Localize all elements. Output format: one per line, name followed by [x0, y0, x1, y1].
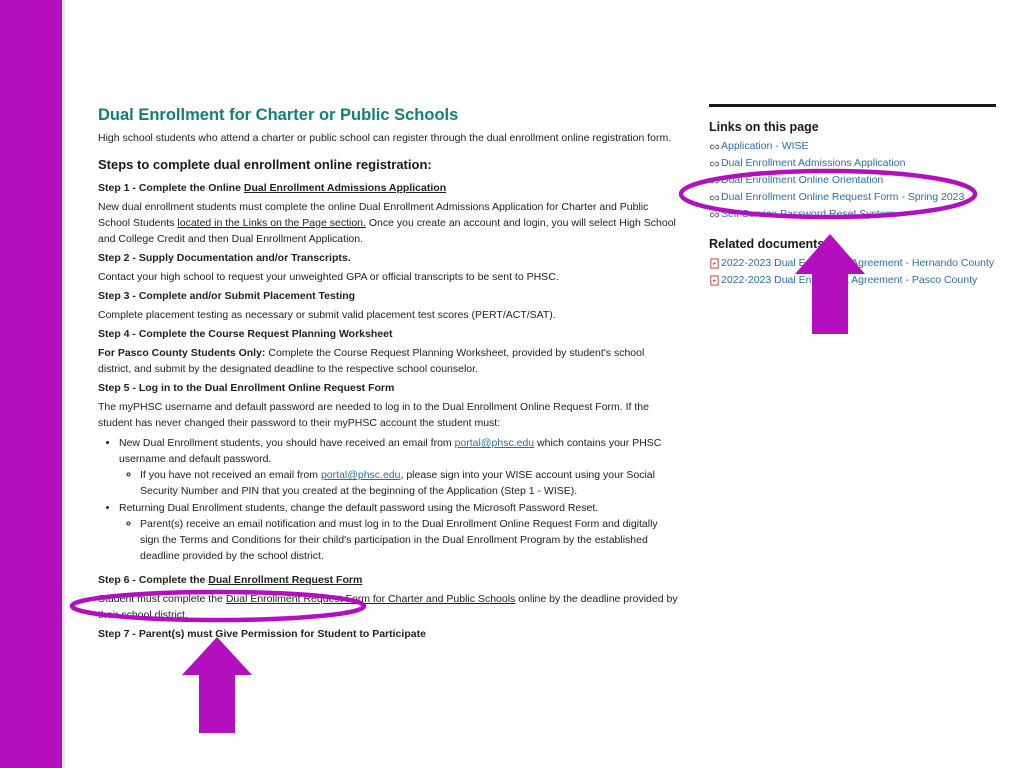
doc-link-label: 2022-2023 Dual Enrollment Agreement - Pa…: [721, 274, 978, 286]
request-form-link[interactable]: Dual Enrollment Request Form: [208, 574, 362, 586]
step-4-title: Step 4 - Complete the Course Request Pla…: [98, 328, 393, 340]
steps-heading: Steps to complete dual enrollment online…: [98, 157, 432, 172]
step-7: Step 7 - Parent(s) must Give Permission …: [98, 626, 678, 642]
links-heading: Links on this page: [709, 120, 819, 134]
request-form-charter-link[interactable]: Dual Enrollment Request Form for Charter…: [226, 593, 515, 605]
portal-email-link[interactable]: portal@phsc.edu: [455, 437, 535, 449]
step-3: Step 3 - Complete and/or Submit Placemen…: [98, 288, 678, 323]
sub-bullet-1-text-a: If you have not received an email from: [140, 469, 321, 481]
step-5-list: New Dual Enrollment students, you should…: [98, 435, 678, 564]
sidebar-link-label: Application - WISE: [721, 140, 809, 152]
step-1-title: Step 1 - Complete the Online Dual Enroll…: [98, 180, 678, 196]
list-item: If you have not received an email from p…: [140, 467, 678, 499]
step-1-text: New dual enrollment students must comple…: [98, 199, 678, 247]
step-6: Step 6 - Complete the Dual Enrollment Re…: [98, 572, 678, 623]
admissions-application-link[interactable]: Dual Enrollment Admissions Application: [244, 182, 446, 194]
sidebar-link-request-form[interactable]: Dual Enrollment Online Request Form - Sp…: [709, 189, 996, 206]
docs-heading: Related documents: [709, 237, 825, 251]
sidebar-link-admissions-application[interactable]: Dual Enrollment Admissions Application: [709, 155, 996, 172]
step-7-title: Step 7 - Parent(s) must Give Permission …: [98, 628, 426, 640]
step-6-text: Student must complete the Dual Enrollmen…: [98, 591, 678, 623]
sidebar-link-label: Dual Enrollment Admissions Application: [721, 157, 906, 169]
step-1-title-text: Step 1 - Complete the Online: [98, 182, 244, 194]
intro-text: High school students who attend a charte…: [98, 132, 672, 144]
list-item: New Dual Enrollment students, you should…: [119, 435, 678, 499]
accent-bar-edge: [62, 0, 65, 768]
step-6-title: Step 6 - Complete the Dual Enrollment Re…: [98, 572, 678, 588]
portal-email-link-2[interactable]: portal@phsc.edu: [321, 469, 401, 481]
accent-bar: [0, 0, 62, 768]
link-icon: [709, 161, 720, 167]
bullet-1-text-a: New Dual Enrollment students, you should…: [119, 437, 455, 449]
step-2-text: Contact your high school to request your…: [98, 271, 559, 283]
doc-link-hernando[interactable]: 2022-2023 Dual Enrollment Agreement - He…: [709, 255, 996, 272]
sidebar-link-label: Dual Enrollment Online Orientation: [721, 174, 884, 186]
step-4-text-bold: For Pasco County Students Only:: [98, 347, 266, 359]
bullet-2-text: Returning Dual Enrollment students, chan…: [119, 502, 599, 514]
sidebar-link-label: Dual Enrollment Online Request Form - Sp…: [721, 191, 965, 203]
page-title: Dual Enrollment for Charter or Public Sc…: [98, 106, 459, 124]
pdf-icon: [710, 275, 719, 286]
step-5-title: Step 5 - Log in to the Dual Enrollment O…: [98, 382, 395, 394]
sub-list: Parent(s) receive an email notification …: [119, 516, 678, 564]
doc-link-label: 2022-2023 Dual Enrollment Agreement - He…: [721, 257, 995, 269]
links-list: Application - WISE Dual Enrollment Admis…: [709, 138, 996, 223]
sidebar-link-label: Self Service Password Reset System: [721, 208, 895, 220]
link-icon: [709, 144, 720, 150]
list-item: Returning Dual Enrollment students, chan…: [119, 500, 678, 564]
sidebar: Links on this page Application - WISE Du…: [709, 104, 996, 289]
step-2: Step 2 - Supply Documentation and/or Tra…: [98, 250, 678, 285]
sub-list: If you have not received an email from p…: [119, 467, 678, 499]
step-5-text: The myPHSC username and default password…: [98, 401, 649, 429]
step-6-title-text: Step 6 - Complete the: [98, 574, 209, 586]
pdf-icon: [710, 258, 719, 269]
step-4-text: For Pasco County Students Only: Complete…: [98, 345, 678, 377]
sidebar-link-wise[interactable]: Application - WISE: [709, 138, 996, 155]
link-icon: [709, 195, 720, 201]
links-on-page-link[interactable]: located in the Links on the Page section…: [177, 217, 366, 229]
link-icon: [709, 178, 720, 184]
list-item: Parent(s) receive an email notification …: [140, 516, 678, 564]
main-content: Dual Enrollment for Charter or Public Sc…: [98, 104, 678, 666]
link-icon: [709, 212, 720, 218]
related-documents: Related documents 2022-2023 Dual Enrollm…: [709, 236, 996, 289]
step-5: Step 5 - Log in to the Dual Enrollment O…: [98, 380, 678, 564]
sidebar-link-orientation[interactable]: Dual Enrollment Online Orientation: [709, 172, 996, 189]
step-6-text-a: Student must complete the: [98, 593, 226, 605]
sidebar-link-password-reset[interactable]: Self Service Password Reset System: [709, 206, 996, 223]
step-3-title: Step 3 - Complete and/or Submit Placemen…: [98, 290, 356, 302]
step-2-title: Step 2 - Supply Documentation and/or Tra…: [98, 252, 351, 264]
step-4: Step 4 - Complete the Course Request Pla…: [98, 326, 678, 377]
sidebar-divider: [709, 104, 996, 107]
doc-link-pasco[interactable]: 2022-2023 Dual Enrollment Agreement - Pa…: [709, 272, 996, 289]
step-1: Step 1 - Complete the Online Dual Enroll…: [98, 180, 678, 247]
step-3-text: Complete placement testing as necessary …: [98, 309, 556, 321]
